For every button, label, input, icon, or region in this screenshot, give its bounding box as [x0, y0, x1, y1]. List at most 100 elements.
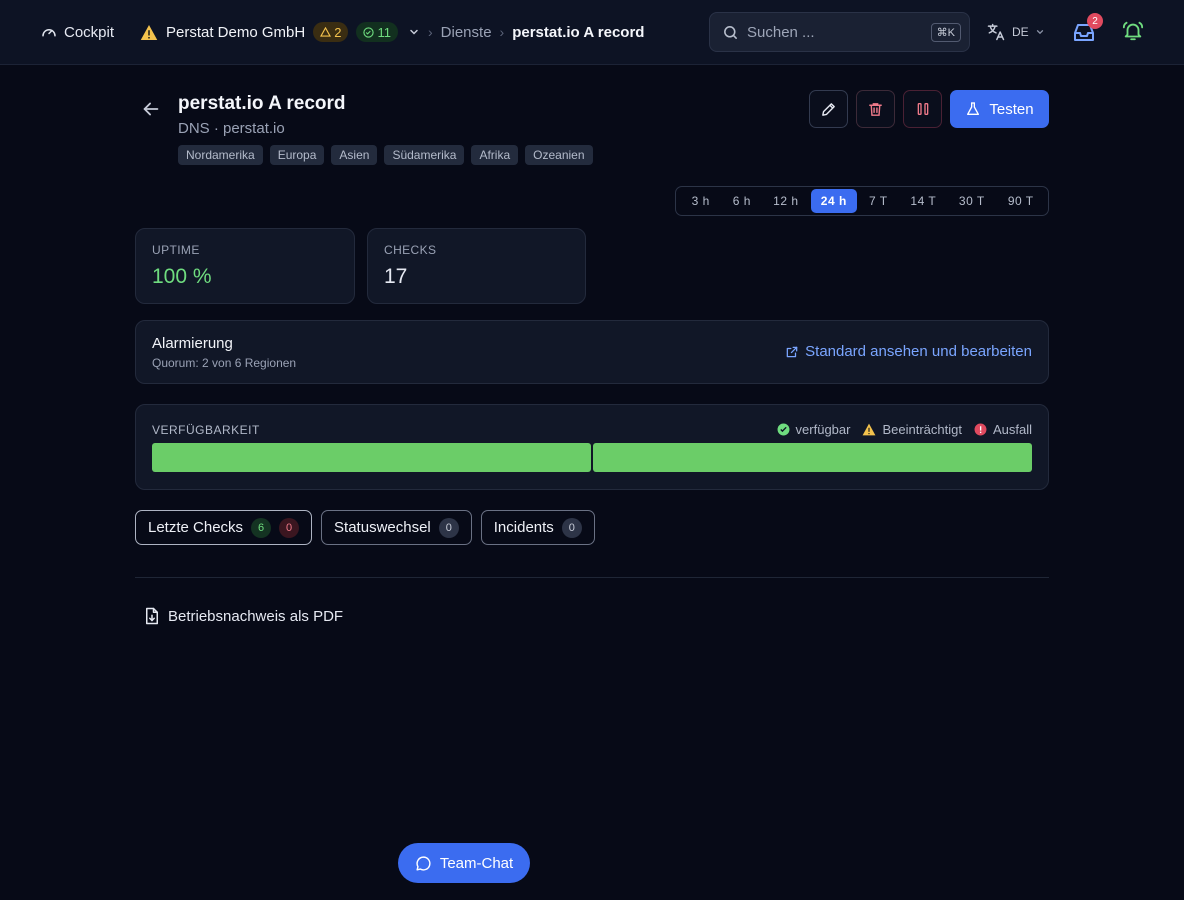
pdf-export-link[interactable]: Betriebsnachweis als PDF [144, 607, 343, 625]
gauge-icon [40, 23, 58, 41]
time-range-selector: 3 h 6 h 12 h 24 h 7 T 14 T 30 T 90 T [675, 186, 1049, 216]
arrow-left-icon [140, 98, 162, 120]
region-tag: Ozeanien [525, 145, 593, 165]
uptime-value: 100 % [152, 265, 212, 288]
translate-icon [986, 22, 1006, 42]
edit-button[interactable] [809, 90, 848, 128]
test-button-label: Testen [989, 100, 1034, 118]
alarm-standard-link[interactable]: Standard ansehen und bearbeiten [785, 343, 1032, 360]
availability-card: VERFÜGBARKEIT verfügbar Beeinträchtigt A… [135, 404, 1049, 490]
pencil-icon [820, 101, 837, 118]
alert-circle-icon [974, 423, 987, 436]
check-circle-small-icon [363, 26, 375, 38]
range-6h[interactable]: 6 h [723, 189, 762, 213]
page-subtitle: DNS · perstat.io [178, 120, 285, 137]
uptime-label: UPTIME [152, 243, 200, 257]
region-tag: Afrika [471, 145, 519, 165]
availability-segment[interactable] [593, 443, 1032, 472]
last-checks-ok-count: 6 [251, 517, 272, 538]
legend-down-label: Ausfall [992, 422, 1032, 437]
section-divider [135, 577, 1049, 578]
region-tag: Nordamerika [178, 145, 263, 165]
checks-card: CHECKS 17 [367, 228, 586, 304]
search-icon [722, 24, 739, 41]
notifications-button[interactable] [1122, 20, 1144, 42]
breadcrumb-separator-icon: › [499, 24, 505, 40]
tab-incidents-label: Incidents [493, 519, 554, 536]
uptime-card: UPTIME 100 % [135, 228, 355, 304]
status-changes-count: 0 [438, 517, 459, 538]
range-24h[interactable]: 24 h [810, 189, 858, 213]
range-14t[interactable]: 14 T [900, 189, 947, 213]
legend-warn-label: Beeinträchtigt [882, 422, 962, 437]
alarm-link-label: Standard ansehen und bearbeiten [805, 343, 1032, 360]
chevron-down-icon [1035, 27, 1045, 37]
search-placeholder: Suchen ... [747, 23, 815, 41]
cockpit-link[interactable]: Cockpit [40, 22, 114, 42]
flask-icon [965, 101, 981, 117]
breadcrumb-services[interactable]: Dienste [441, 24, 492, 41]
inbox-button[interactable]: 2 [1072, 13, 1103, 44]
tab-last-checks[interactable]: Letzte Checks 6 0 [135, 510, 313, 545]
tab-status-changes-label: Statuswechsel [334, 519, 431, 536]
chat-bubble-icon [415, 855, 432, 872]
availability-bars [152, 443, 1032, 472]
range-30t[interactable]: 30 T [947, 189, 996, 213]
breadcrumb-current: perstat.io A record [512, 23, 645, 41]
warning-small-icon [320, 27, 332, 37]
warning-count: 2 [334, 24, 342, 40]
range-12h[interactable]: 12 h [761, 189, 810, 213]
range-7t[interactable]: 7 T [857, 189, 900, 213]
chevron-down-icon [408, 26, 420, 38]
region-tag: Europa [269, 145, 325, 165]
detail-tabs: Letzte Checks 6 0 Statuswechsel 0 Incide… [135, 510, 595, 545]
pause-icon [915, 101, 931, 117]
search-input[interactable]: Suchen ... ⌘K [709, 12, 970, 52]
warning-icon [140, 24, 158, 41]
pdf-export-label: Betriebsnachweis als PDF [168, 607, 344, 625]
header-actions: Testen [809, 90, 1049, 128]
legend-ok: verfügbar [777, 422, 851, 437]
ok-count: 11 [377, 24, 391, 40]
inbox-badge: 2 [1087, 13, 1103, 29]
search-shortcut: ⌘K [930, 22, 961, 42]
region-tags: Nordamerika Europa Asien Südamerika Afri… [178, 145, 593, 165]
availability-label: VERFÜGBARKEIT [152, 423, 260, 437]
test-button[interactable]: Testen [950, 90, 1049, 128]
breadcrumb: › Dienste › perstat.io A record [428, 22, 644, 42]
tab-incidents[interactable]: Incidents 0 [480, 510, 595, 545]
checks-value: 17 [384, 265, 408, 288]
org-switcher[interactable]: Perstat Demo GmbH 2 11 [140, 20, 420, 44]
region-tag: Südamerika [384, 145, 465, 165]
delete-button[interactable] [856, 90, 895, 128]
top-bar: Cockpit Perstat Demo GmbH 2 11 › Dienste… [0, 0, 1184, 65]
pause-button[interactable] [903, 90, 942, 128]
back-button[interactable] [140, 98, 162, 120]
org-name: Perstat Demo GmbH [166, 23, 306, 41]
page-title: perstat.io A record [178, 93, 346, 114]
team-chat-button[interactable]: Team-Chat [398, 843, 530, 883]
availability-legend: verfügbar Beeinträchtigt Ausfall [777, 422, 1032, 437]
legend-warn: Beeinträchtigt [862, 422, 962, 437]
range-90t[interactable]: 90 T [997, 189, 1045, 213]
alarm-title: Alarmierung [152, 335, 233, 352]
range-3h[interactable]: 3 h [679, 189, 723, 213]
breadcrumb-separator-icon: › [428, 24, 433, 40]
check-circle-icon [777, 423, 790, 436]
file-download-icon [144, 607, 160, 625]
region-tag: Asien [331, 145, 378, 165]
tab-last-checks-label: Letzte Checks [148, 519, 244, 536]
tab-status-changes[interactable]: Statuswechsel 0 [321, 510, 472, 545]
warning-count-badge: 2 [313, 22, 349, 42]
alarm-card: Alarmierung Quorum: 2 von 6 Regionen Sta… [135, 320, 1049, 384]
language-switcher[interactable]: DE [986, 21, 1045, 43]
legend-ok-label: verfügbar [795, 422, 851, 437]
availability-segment[interactable] [152, 443, 591, 472]
legend-down: Ausfall [974, 422, 1032, 437]
alarm-quorum: Quorum: 2 von 6 Regionen [152, 356, 297, 370]
cockpit-label: Cockpit [64, 23, 115, 41]
checks-label: CHECKS [384, 243, 437, 257]
last-checks-fail-count: 0 [279, 517, 300, 538]
incidents-count: 0 [561, 517, 582, 538]
language-label: DE [1012, 25, 1029, 39]
